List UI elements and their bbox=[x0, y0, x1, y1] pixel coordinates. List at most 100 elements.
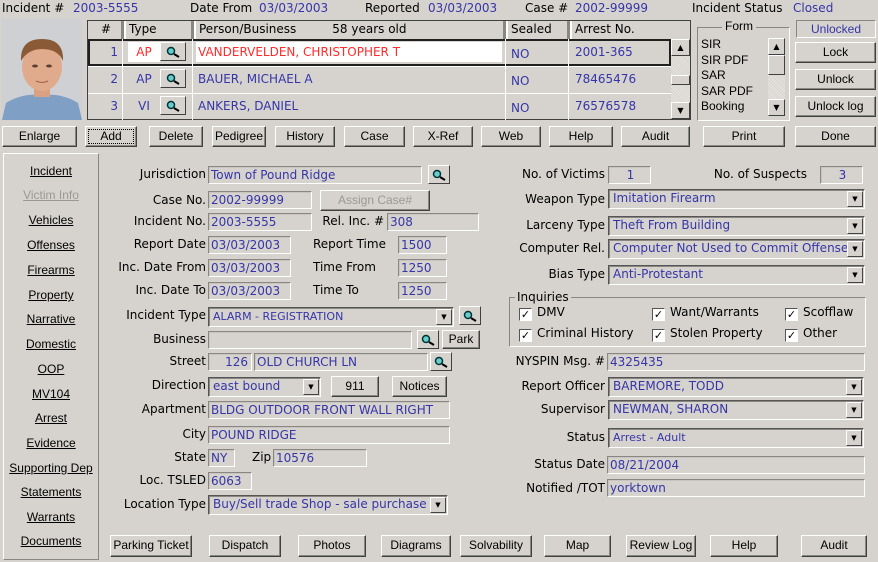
chevron-down-icon[interactable]: ▼ bbox=[847, 191, 863, 207]
form-item-booking[interactable]: Booking bbox=[701, 99, 753, 115]
diagrams-button[interactable]: Diagrams bbox=[381, 535, 451, 557]
computer-rel-select[interactable]: Computer Not Used to Commit Offense ▼ bbox=[608, 239, 865, 259]
loc-tsled-field[interactable]: 6063 bbox=[208, 472, 252, 490]
direction-select[interactable]: east bound ▼ bbox=[208, 377, 321, 397]
street-search-icon[interactable] bbox=[430, 352, 452, 371]
street-number-field[interactable]: 126 bbox=[208, 353, 252, 371]
check-icon[interactable]: ✓ bbox=[652, 308, 665, 321]
dispatch-button[interactable]: Dispatch bbox=[209, 535, 281, 557]
scroll-thumb[interactable] bbox=[768, 55, 785, 75]
nyspin-field[interactable]: 4325435 bbox=[607, 353, 865, 371]
table-row[interactable]: 1 AP VANDERVELDEN, CHRISTOPHER T NO 2001… bbox=[88, 39, 671, 66]
criminal-history-checkbox[interactable]: ✓ Criminal History bbox=[519, 326, 633, 342]
form-list-scrollbar[interactable]: ▲ ▼ bbox=[768, 38, 785, 116]
add-button[interactable]: Add bbox=[85, 126, 137, 147]
assign-case-button[interactable]: Assign Case# bbox=[320, 190, 430, 211]
report-date-field[interactable]: 03/03/2003 bbox=[208, 236, 291, 254]
table-row[interactable]: 3 VI ANKERS, DANIEL NO 76576578 bbox=[88, 93, 671, 120]
time-to-field[interactable]: 1250 bbox=[398, 282, 447, 300]
incident-no-field[interactable]: 2003-5555 bbox=[208, 213, 312, 231]
sidebar-item-victim-info[interactable]: Victim Info bbox=[4, 188, 98, 202]
status-select[interactable]: Arrest - Adult ▼ bbox=[608, 428, 864, 448]
city-field[interactable]: POUND RIDGE bbox=[208, 426, 450, 444]
sidebar-item-offenses[interactable]: Offenses bbox=[4, 238, 98, 252]
chevron-down-icon[interactable]: ▼ bbox=[846, 402, 862, 418]
bias-type-select[interactable]: Anti-Protestant ▼ bbox=[608, 265, 865, 285]
sidebar-item-statements[interactable]: Statements bbox=[4, 485, 98, 499]
state-field[interactable]: NY bbox=[208, 449, 235, 467]
parking-ticket-button[interactable]: Parking Ticket bbox=[110, 535, 192, 557]
web-button[interactable]: Web bbox=[481, 126, 541, 147]
chevron-down-icon[interactable]: ▼ bbox=[847, 267, 863, 283]
rel-inc-field[interactable]: 308 bbox=[387, 213, 479, 231]
sidebar-item-warrants[interactable]: Warrants bbox=[4, 510, 98, 524]
sidebar-item-vehicles[interactable]: Vehicles bbox=[4, 213, 98, 227]
time-from-field[interactable]: 1250 bbox=[398, 259, 447, 277]
supervisor-select[interactable]: NEWMAN, SHARON ▼ bbox=[608, 400, 864, 420]
help-button[interactable]: Help bbox=[549, 126, 613, 147]
review-log-button[interactable]: Review Log bbox=[626, 535, 696, 557]
status-date-field[interactable]: 08/21/2004 bbox=[607, 456, 865, 474]
sidebar-item-narrative[interactable]: Narrative bbox=[4, 312, 98, 326]
jurisdiction-search-icon[interactable] bbox=[428, 165, 450, 184]
check-icon[interactable]: ✓ bbox=[785, 308, 798, 321]
print-button[interactable]: Print bbox=[703, 126, 785, 147]
search-icon[interactable] bbox=[160, 96, 186, 115]
want-warrants-checkbox[interactable]: ✓ Want/Warrants bbox=[652, 305, 759, 321]
zip-field[interactable]: 10576 bbox=[273, 449, 367, 467]
map-button[interactable]: Map bbox=[544, 535, 611, 557]
chevron-down-icon[interactable]: ▼ bbox=[846, 379, 862, 395]
pedigree-button[interactable]: Pedigree bbox=[212, 126, 266, 147]
table-row[interactable]: 2 AP BAUER, MICHAEL A NO 78465476 bbox=[88, 66, 671, 93]
notices-button[interactable]: Notices bbox=[392, 376, 447, 397]
sidebar-item-mv104[interactable]: MV104 bbox=[4, 387, 98, 401]
business-field[interactable] bbox=[208, 331, 412, 349]
sidebar-item-incident[interactable]: Incident bbox=[4, 164, 98, 178]
sidebar-item-domestic[interactable]: Domestic bbox=[4, 337, 98, 351]
sidebar-item-property[interactable]: Property bbox=[4, 288, 98, 302]
photos-button[interactable]: Photos bbox=[298, 535, 366, 557]
chevron-down-icon[interactable]: ▼ bbox=[847, 241, 863, 257]
audit-button[interactable]: Audit bbox=[621, 126, 690, 147]
scroll-up-icon[interactable]: ▲ bbox=[671, 39, 690, 56]
search-icon[interactable] bbox=[160, 42, 186, 61]
chevron-down-icon[interactable]: ▼ bbox=[436, 309, 452, 325]
enlarge-button[interactable]: Enlarge bbox=[2, 126, 77, 147]
form-item-sar[interactable]: SAR bbox=[701, 68, 753, 84]
chevron-down-icon[interactable]: ▼ bbox=[846, 430, 862, 446]
form-item-sir-pdf[interactable]: SIR PDF bbox=[701, 53, 753, 69]
check-icon[interactable]: ✓ bbox=[519, 329, 532, 342]
solvability-button[interactable]: Solvability bbox=[460, 535, 532, 557]
form-item-sar-pdf[interactable]: SAR PDF bbox=[701, 84, 753, 100]
chevron-down-icon[interactable]: ▼ bbox=[847, 218, 863, 234]
other-checkbox[interactable]: ✓ Other bbox=[785, 326, 837, 342]
lock-button[interactable]: Lock bbox=[795, 42, 876, 63]
larceny-type-select[interactable]: Theft From Building ▼ bbox=[608, 216, 865, 236]
jurisdiction-field[interactable]: Town of Pound Ridge bbox=[208, 166, 422, 184]
history-button[interactable]: History bbox=[275, 126, 335, 147]
incident-type-search-icon[interactable] bbox=[459, 306, 481, 325]
sidebar-item-arrest[interactable]: Arrest bbox=[4, 411, 98, 425]
incident-type-select[interactable]: ALARM - REGISTRATION ▼ bbox=[208, 307, 454, 327]
check-icon[interactable]: ✓ bbox=[785, 329, 798, 342]
911-button[interactable]: 911 bbox=[331, 376, 379, 397]
grid-scrollbar[interactable]: ▲ ▼ bbox=[671, 39, 690, 119]
case-button[interactable]: Case bbox=[344, 126, 405, 147]
delete-button[interactable]: Delete bbox=[149, 126, 203, 147]
scroll-down-icon[interactable]: ▼ bbox=[671, 102, 690, 119]
search-icon[interactable] bbox=[160, 69, 186, 88]
xref-button[interactable]: X-Ref bbox=[413, 126, 473, 147]
scroll-down-icon[interactable]: ▼ bbox=[768, 99, 785, 116]
inc-date-from-field[interactable]: 03/03/2003 bbox=[208, 259, 291, 277]
scroll-thumb[interactable] bbox=[671, 75, 690, 85]
apartment-field[interactable]: BLDG OUTDOOR FRONT WALL RIGHT bbox=[208, 401, 450, 419]
scroll-up-icon[interactable]: ▲ bbox=[768, 38, 785, 55]
weapon-type-select[interactable]: Imitation Firearm ▼ bbox=[608, 189, 865, 209]
inc-date-to-field[interactable]: 03/03/2003 bbox=[208, 282, 291, 300]
done-button[interactable]: Done bbox=[795, 126, 876, 147]
scofflaw-checkbox[interactable]: ✓ Scofflaw bbox=[785, 305, 853, 321]
form-item-sir[interactable]: SIR bbox=[701, 37, 753, 53]
location-type-select[interactable]: Buy/Sell trade Shop - sale purchase ▼ bbox=[208, 495, 448, 515]
audit-bottom-button[interactable]: Audit bbox=[801, 535, 867, 557]
sidebar-item-evidence[interactable]: Evidence bbox=[4, 436, 98, 450]
